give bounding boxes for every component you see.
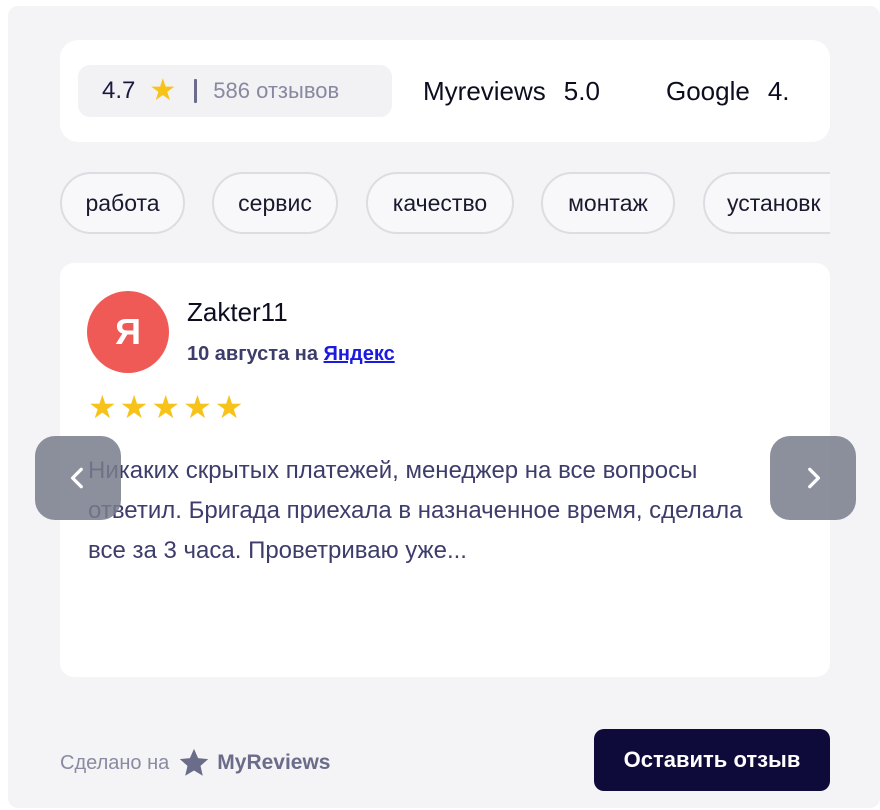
star-logo-icon <box>180 748 209 776</box>
review-author: Zakter11 <box>187 297 288 327</box>
source-rating-myreviews[interactable]: Myreviews 5.0 <box>423 76 600 107</box>
review-date: 10 августа на <box>187 343 324 365</box>
tag-servis[interactable]: сервис <box>212 172 338 234</box>
tags-row: работа сервис качество монтаж установк <box>60 172 830 234</box>
source-name: Google <box>666 76 750 106</box>
avatar: Я <box>87 291 169 373</box>
brand-name: MyReviews <box>217 751 331 774</box>
review-stars: ★★★★★ <box>88 389 247 425</box>
reviews-widget: 4.7 ★ 586 отзывов Myreviews 5.0 Google 4. … <box>8 6 880 808</box>
source-value: 4. <box>767 76 790 106</box>
review-source-link[interactable]: Яндекс <box>324 343 395 365</box>
review-card: Я Zakter11 10 августа на Яндекс ★★★★★ Ни… <box>60 263 830 677</box>
star-icon: ★ <box>149 74 177 107</box>
tag-montazh[interactable]: монтаж <box>541 172 675 234</box>
made-on-label: Сделано на <box>60 751 170 774</box>
review-text: Никаких скрытых платежей, менеджер на вс… <box>88 457 743 564</box>
summary-rating-value: 4.7 <box>102 77 136 104</box>
review-count: 586 отзывов <box>213 78 340 103</box>
tag-kachestvo[interactable]: качество <box>366 172 514 234</box>
rating-summary: 4.7 ★ 586 отзывов <box>78 65 392 117</box>
source-value: 5.0 <box>563 76 600 106</box>
chevron-left-icon <box>70 467 83 489</box>
made-on-link[interactable]: Сделано на MyReviews <box>60 746 331 780</box>
divider <box>194 79 198 103</box>
source-name: Myreviews <box>423 76 546 106</box>
source-rating-google[interactable]: Google 4. <box>666 76 790 107</box>
ratings-bar: 4.7 ★ 586 отзывов Myreviews 5.0 Google 4. <box>60 40 830 142</box>
chevron-right-icon <box>808 467 821 489</box>
tag-rabota[interactable]: работа <box>60 172 185 234</box>
leave-review-button[interactable]: Оставить отзыв <box>594 729 830 791</box>
next-review-button[interactable] <box>770 436 856 520</box>
tag-ustanovka[interactable]: установк <box>703 172 830 234</box>
review-meta: 10 августа на Яндекс <box>187 343 395 366</box>
prev-review-button[interactable] <box>35 436 121 520</box>
